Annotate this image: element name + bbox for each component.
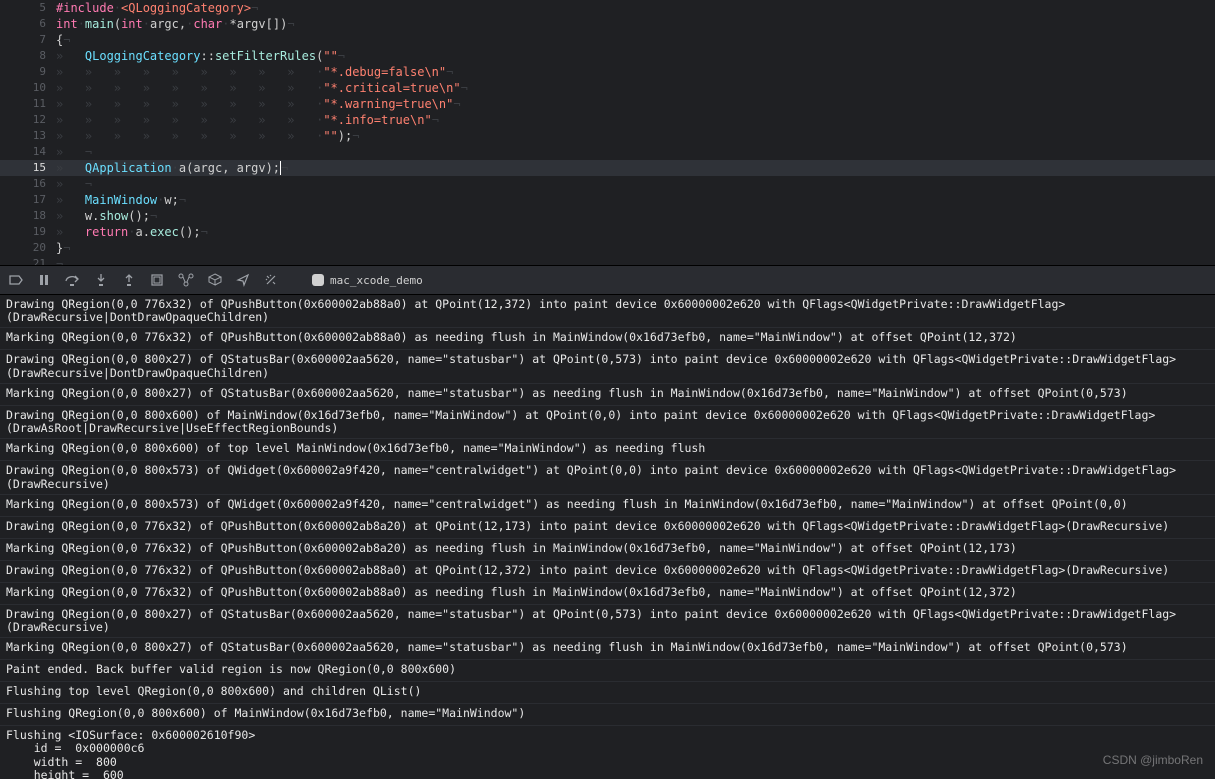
- line-number: 9: [0, 64, 56, 80]
- console-line: Marking QRegion(0,0 776x32) of QPushButt…: [0, 583, 1215, 605]
- code-line[interactable]: 14» ¬: [0, 144, 1215, 160]
- line-number: 14: [0, 144, 56, 160]
- code-content: » MainWindow·w;¬: [56, 192, 186, 208]
- debug-3d-icon[interactable]: [208, 273, 222, 287]
- line-number: 10: [0, 80, 56, 96]
- debug-spray-icon[interactable]: [264, 273, 278, 287]
- debug-toolbar: mac_xcode_demo: [0, 265, 1215, 295]
- code-line[interactable]: 10» » » » » » » » » ·"*.critical=true\n"…: [0, 80, 1215, 96]
- console-line: Drawing QRegion(0,0 776x32) of QPushButt…: [0, 517, 1215, 539]
- step-over-icon[interactable]: [64, 273, 80, 287]
- pause-icon[interactable]: [38, 274, 50, 286]
- code-content: » ¬: [56, 176, 92, 192]
- line-number: 16: [0, 176, 56, 192]
- console-line: Marking QRegion(0,0 776x32) of QPushButt…: [0, 328, 1215, 350]
- console-line: Flushing <IOSurface: 0x600002610f90> id …: [0, 726, 1215, 779]
- debug-location-icon[interactable]: [236, 273, 250, 287]
- code-line[interactable]: 16» ¬: [0, 176, 1215, 192]
- line-number: 19: [0, 224, 56, 240]
- line-number: 13: [0, 128, 56, 144]
- console-line: Marking QRegion(0,0 800x573) of QWidget(…: [0, 495, 1215, 517]
- code-line[interactable]: 15» QApplication·a(argc, argv);¬: [0, 160, 1215, 176]
- code-line[interactable]: 13» » » » » » » » » ·"");¬: [0, 128, 1215, 144]
- code-content: » » » » » » » » » ·"*.info=true\n"¬: [56, 112, 439, 128]
- line-number: 5: [0, 0, 56, 16]
- code-content: » » » » » » » » » ·"");¬: [56, 128, 359, 144]
- line-number: 8: [0, 48, 56, 64]
- console-line: Marking QRegion(0,0 800x27) of QStatusBa…: [0, 384, 1215, 406]
- console-line: Flushing QRegion(0,0 800x600) of MainWin…: [0, 704, 1215, 726]
- code-line[interactable]: 21¬: [0, 256, 1215, 265]
- console-line: Drawing QRegion(0,0 800x27) of QStatusBa…: [0, 350, 1215, 383]
- line-number: 6: [0, 16, 56, 32]
- code-content: » return·a.exec();¬: [56, 224, 208, 240]
- line-number: 15: [0, 160, 56, 176]
- breakpoint-toggle-icon[interactable]: [8, 274, 24, 286]
- console-line: Flushing top level QRegion(0,0 800x600) …: [0, 682, 1215, 704]
- code-line[interactable]: 9» » » » » » » » » ·"*.debug=false\n"¬: [0, 64, 1215, 80]
- line-number: 17: [0, 192, 56, 208]
- console-line: Drawing QRegion(0,0 800x573) of QWidget(…: [0, 461, 1215, 494]
- code-line[interactable]: 18» w.show();¬: [0, 208, 1215, 224]
- code-content: ¬: [56, 256, 63, 265]
- code-line[interactable]: 6int·main(int·argc,·char·*argv[])¬: [0, 16, 1215, 32]
- code-content: » » » » » » » » » ·"*.critical=true\n"¬: [56, 80, 468, 96]
- line-number: 18: [0, 208, 56, 224]
- code-content: }¬: [56, 240, 70, 256]
- code-line[interactable]: 19» return·a.exec();¬: [0, 224, 1215, 240]
- console-line: Marking QRegion(0,0 800x27) of QStatusBa…: [0, 638, 1215, 660]
- line-number: 20: [0, 240, 56, 256]
- code-line[interactable]: 17» MainWindow·w;¬: [0, 192, 1215, 208]
- line-number: 11: [0, 96, 56, 112]
- step-out-icon[interactable]: [122, 273, 136, 287]
- code-content: int·main(int·argc,·char·*argv[])¬: [56, 16, 295, 32]
- line-number: 21: [0, 256, 56, 265]
- code-content: » » » » » » » » » ·"*.debug=false\n"¬: [56, 64, 453, 80]
- debug-view-memory-icon[interactable]: [150, 273, 164, 287]
- console-line: Marking QRegion(0,0 800x600) of top leve…: [0, 439, 1215, 461]
- console-line: Drawing QRegion(0,0 800x600) of MainWind…: [0, 406, 1215, 439]
- line-number: 12: [0, 112, 56, 128]
- code-content: #include·<QLoggingCategory>¬: [56, 0, 258, 16]
- run-target-label: mac_xcode_demo: [330, 274, 423, 287]
- code-line[interactable]: 5#include·<QLoggingCategory>¬: [0, 0, 1215, 16]
- step-into-icon[interactable]: [94, 273, 108, 287]
- code-content: » ¬: [56, 144, 92, 160]
- line-number: 7: [0, 32, 56, 48]
- debug-graph-icon[interactable]: [178, 273, 194, 287]
- console-line: Drawing QRegion(0,0 776x32) of QPushButt…: [0, 561, 1215, 583]
- code-editor[interactable]: 5#include·<QLoggingCategory>¬6int·main(i…: [0, 0, 1215, 265]
- debug-console[interactable]: Drawing QRegion(0,0 776x32) of QPushButt…: [0, 295, 1215, 779]
- code-content: » w.show();¬: [56, 208, 157, 224]
- console-line: Drawing QRegion(0,0 776x32) of QPushButt…: [0, 295, 1215, 328]
- code-content: {¬: [56, 32, 70, 48]
- code-content: » QLoggingCategory::setFilterRules(""¬: [56, 48, 345, 64]
- code-content: » » » » » » » » » ·"*.warning=true\n"¬: [56, 96, 461, 112]
- code-line[interactable]: 20}¬: [0, 240, 1215, 256]
- app-icon: [312, 274, 324, 286]
- watermark: CSDN @jimboRen: [1103, 753, 1203, 767]
- run-target-chip[interactable]: mac_xcode_demo: [312, 274, 423, 287]
- code-line[interactable]: 11» » » » » » » » » ·"*.warning=true\n"¬: [0, 96, 1215, 112]
- code-line[interactable]: 12» » » » » » » » » ·"*.info=true\n"¬: [0, 112, 1215, 128]
- console-line: Paint ended. Back buffer valid region is…: [0, 660, 1215, 682]
- code-line[interactable]: 8» QLoggingCategory::setFilterRules(""¬: [0, 48, 1215, 64]
- code-content: » QApplication·a(argc, argv);¬: [56, 160, 288, 176]
- console-line: Drawing QRegion(0,0 800x27) of QStatusBa…: [0, 605, 1215, 638]
- code-line[interactable]: 7{¬: [0, 32, 1215, 48]
- console-line: Marking QRegion(0,0 776x32) of QPushButt…: [0, 539, 1215, 561]
